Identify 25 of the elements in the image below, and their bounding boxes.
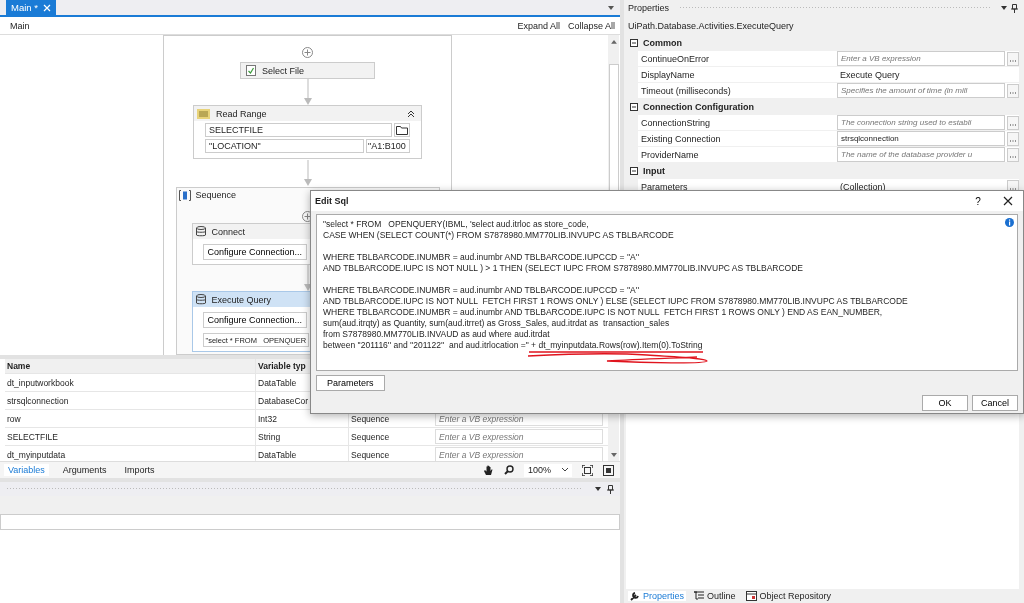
activity-title: Select File [262,65,305,76]
activity-type-name: UiPath.Database.Activities.ExecuteQuery [627,19,795,33]
property-name: ConnectionString [640,117,712,128]
activity-title: Execute Query [211,294,272,305]
panel-title: Properties [628,3,670,13]
property-name: Timeout (milliseconds) [640,85,732,96]
activity-title: Connect [211,226,246,237]
dialog-title: Edit Sql [315,196,349,206]
category-title: Connection Configuration [643,102,754,112]
variable-name-cell-text: strsqlconnection [6,395,70,406]
property-name: ContinueOnError [640,53,711,64]
variable-name-cell-text: row [6,413,22,424]
property-name: DisplayName [640,69,696,80]
variable-name-cell-text: dt_inputworkbook [6,377,75,388]
variable-type-cell: String [255,428,348,445]
variable-name-cell-text: dt_myinputdata [6,449,67,460]
activity-title: Read Range [216,108,267,119]
property-name: ProviderName [640,149,700,160]
category-title: Input [643,166,665,176]
variable-name-cell-text: SELECTFILE [6,431,60,442]
property-value: (Collection) [839,181,887,192]
property-name: Parameters [640,181,689,192]
sequence-title: Sequence [195,190,237,200]
property-name: Existing Connection [640,133,722,144]
category-title: Common [643,38,682,48]
